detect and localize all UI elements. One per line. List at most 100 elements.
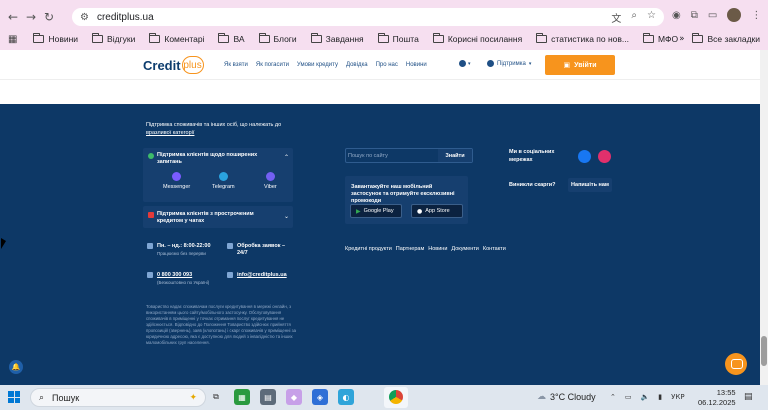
language-switch[interactable]: ▾ [459, 60, 471, 67]
forward-icon[interactable]: → [22, 8, 40, 26]
extensions-icon[interactable]: ⧉ [691, 10, 698, 21]
bookmark-folder[interactable]: Блоги [258, 28, 297, 50]
phone-number[interactable]: 0 800 300 093 [157, 272, 192, 278]
site-info-icon[interactable]: ⚙ [80, 12, 89, 23]
messenger-link[interactable]: Messenger [163, 172, 190, 190]
phone-contact[interactable]: 0 800 300 093 (Безкоштовно по Україні) [147, 272, 217, 287]
folder-icon [536, 33, 548, 43]
windows-start-icon[interactable] [8, 391, 20, 403]
folder-icon [692, 33, 704, 43]
site-search: Знайти [345, 148, 473, 163]
nav-item[interactable]: Як погасити [256, 62, 289, 68]
sidepanel-icon[interactable]: ▭ [708, 10, 717, 21]
login-button[interactable]: ▣ Увійти [545, 55, 615, 75]
language-indicator[interactable]: УКР [671, 393, 684, 401]
app-icon[interactable]: ◈ [312, 389, 328, 405]
faq-support-box[interactable]: Підтримка клієнтів щодо поширених запита… [143, 148, 293, 202]
bookmark-label: Завдання [325, 34, 364, 44]
menu-icon[interactable]: ⋮ [751, 10, 761, 21]
footer-link[interactable]: Партнерам [396, 246, 424, 252]
bookmark-folder[interactable]: ВА [218, 28, 245, 50]
site-logo[interactable]: Credit plus [143, 56, 204, 74]
bookmark-folder[interactable]: Пошта [377, 28, 419, 50]
volume-icon[interactable]: 🔈 [641, 393, 650, 401]
copilot-icon[interactable]: ◆ [286, 389, 302, 405]
instagram-icon[interactable] [598, 150, 611, 163]
bookmark-label: Корисні посилання [447, 34, 523, 44]
bookmark-folder[interactable]: статистика по нов... [536, 28, 629, 50]
messenger-icon [172, 172, 182, 181]
reload-icon[interactable]: ↻ [40, 8, 58, 26]
telegram-link[interactable]: Telegram [212, 172, 235, 190]
folder-icon [33, 33, 45, 43]
more-bookmarks-icon[interactable]: » [679, 34, 684, 44]
chrome-icon [389, 390, 403, 404]
apps-icon[interactable]: ▦ [8, 34, 17, 45]
footer-link[interactable]: Новини [428, 246, 447, 252]
profile-avatar[interactable] [727, 8, 742, 22]
calculator-icon[interactable]: ▤ [260, 389, 276, 405]
bookmark-folder[interactable]: Відгуки [92, 28, 135, 50]
nav-item[interactable]: Умови кредиту [297, 62, 338, 68]
translate-icon[interactable]: 文 [611, 10, 621, 25]
bookmark-folder[interactable]: Новини [33, 28, 78, 50]
legal-text: Товариство надає споживачам послуги кред… [146, 304, 296, 345]
bookmark-folder[interactable]: Корисні посилання [432, 28, 523, 50]
app-store-button[interactable]: ● App Store [411, 204, 463, 218]
nav-item[interactable]: Як взяти [224, 62, 248, 68]
back-icon[interactable]: ← [4, 8, 22, 26]
scroll-thumb[interactable] [761, 336, 767, 366]
edge-icon[interactable]: ◐ [338, 389, 354, 405]
nav-item[interactable]: Довідка [346, 62, 368, 68]
chevron-down-icon[interactable]: ⌄ [284, 213, 289, 220]
google-play-button[interactable]: ▶ Google Play [350, 204, 402, 218]
vulnerable-category-link[interactable]: вразливої категорії [146, 129, 296, 137]
screenshot-icon[interactable]: ◉ [672, 10, 681, 21]
store-icon[interactable]: ▦ [234, 389, 250, 405]
notification-bell-icon[interactable]: 🔔 [9, 360, 23, 374]
footer-link[interactable]: Кредитні продукти [345, 246, 392, 252]
alert-icon [148, 212, 154, 218]
taskbar-clock[interactable]: 13:55 06.12.2025 [698, 388, 736, 408]
facebook-icon[interactable] [578, 150, 591, 163]
footer-link[interactable]: Документи [451, 246, 478, 252]
support-menu[interactable]: Підтримка ▾ [487, 60, 531, 67]
weather-widget[interactable]: ☁ 3°C Cloudy [537, 392, 596, 402]
bookmark-folder[interactable]: Коментарі [149, 28, 204, 50]
taskbar-search[interactable]: ⌕ Пошук ✦ [30, 388, 206, 407]
task-view-icon[interactable]: ⧉ [208, 389, 224, 405]
nav-item[interactable]: Новини [406, 62, 427, 68]
tray-chevron-icon[interactable]: ⌃ [610, 393, 616, 401]
chat-widget-button[interactable] [725, 353, 747, 375]
email-address[interactable]: info@creditplus.ua [237, 272, 287, 278]
page-scrollbar[interactable] [760, 50, 768, 385]
app-promo: Завантажуйте наш мобільний застосунок та… [345, 176, 468, 224]
telegram-icon [218, 172, 228, 181]
bookmark-folder[interactable]: Завдання [310, 28, 364, 50]
search-button[interactable]: Знайти [438, 149, 472, 162]
chrome-taskbar-button[interactable] [384, 387, 408, 408]
network-icon[interactable]: ▭ [625, 393, 632, 401]
overdue-support-box[interactable]: Підтримка клієнтів з простроченим кредит… [143, 206, 293, 228]
viber-link[interactable]: Viber [264, 172, 277, 190]
chevron-up-icon[interactable]: ⌃ [284, 154, 289, 161]
folder-icon [92, 33, 104, 43]
all-bookmarks-folder[interactable]: Все закладки [692, 28, 760, 50]
email-contact[interactable]: info@creditplus.ua [227, 272, 297, 279]
footer-link[interactable]: Контакти [483, 246, 506, 252]
weather-text: 3°C Cloudy [550, 392, 596, 402]
nav-item[interactable]: Про нас [376, 62, 398, 68]
folder-icon [258, 33, 270, 43]
notification-icon[interactable]: ▤ [744, 392, 753, 402]
search-input[interactable] [348, 150, 436, 161]
google-play-label: Google Play [363, 208, 394, 214]
messenger-label: Messenger [163, 184, 191, 190]
overdue-support-title: Підтримка клієнтів з простроченим кредит… [157, 211, 254, 224]
address-bar[interactable]: ⚙ creditplus.ua 文 ⌕ ☆ [72, 8, 664, 26]
bookmark-folder[interactable]: МФО [643, 28, 678, 50]
star-icon[interactable]: ☆ [647, 10, 656, 25]
chat-icon [148, 153, 154, 159]
zoom-icon[interactable]: ⌕ [631, 10, 637, 25]
battery-icon[interactable]: ▮ [658, 393, 662, 401]
write-us-button[interactable]: Напишіть нам [568, 178, 612, 192]
